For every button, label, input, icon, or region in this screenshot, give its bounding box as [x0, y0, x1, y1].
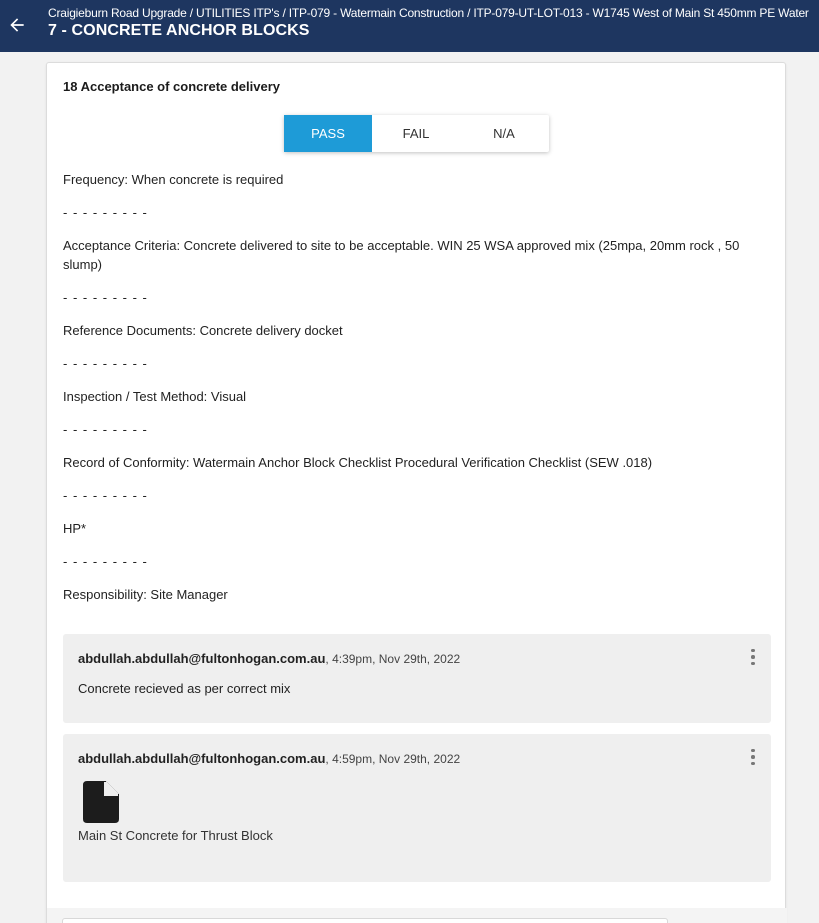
comment-meta: abdullah.abdullah@fultonhogan.com.au, 4:… — [78, 751, 460, 766]
breadcrumb: Craigieburn Road Upgrade / UTILITIES ITP… — [48, 6, 809, 20]
comment-timestamp: , 4:39pm, Nov 29th, 2022 — [325, 652, 461, 666]
separator: - - - - - - - - - — [63, 290, 148, 305]
separator: - - - - - - - - - — [63, 356, 148, 371]
acceptance-criteria-text: Acceptance Criteria: Concrete delivered … — [63, 238, 740, 272]
fail-button[interactable]: FAIL — [372, 115, 460, 152]
pass-button[interactable]: PASS — [284, 115, 372, 152]
more-vert-icon[interactable] — [747, 748, 759, 766]
arrow-left-icon — [10, 18, 24, 32]
na-button[interactable]: N/A — [460, 115, 548, 152]
separator: - - - - - - - - - — [63, 205, 148, 220]
comment-input[interactable] — [62, 918, 668, 923]
comment-composer — [47, 908, 787, 923]
hold-point-text: HP* — [63, 521, 87, 536]
result-toggle-group: PASS FAIL N/A — [284, 115, 549, 152]
separator: - - - - - - - - - — [63, 488, 148, 503]
file-icon[interactable] — [83, 781, 119, 823]
comment-author: abdullah.abdullah@fultonhogan.com.au — [78, 651, 326, 666]
frequency-text: Frequency: When concrete is required — [63, 172, 284, 187]
checklist-item-card: 18 Acceptance of concrete delivery PASS … — [46, 62, 787, 923]
app-header: Craigieburn Road Upgrade / UTILITIES ITP… — [0, 0, 819, 52]
comment-card: abdullah.abdullah@fultonhogan.com.au, 4:… — [63, 634, 771, 723]
reference-documents-text: Reference Documents: Concrete delivery d… — [63, 323, 343, 338]
item-description: Frequency: When concrete is required - -… — [63, 170, 773, 618]
comment-card: abdullah.abdullah@fultonhogan.com.au, 4:… — [63, 734, 771, 882]
inspection-method-text: Inspection / Test Method: Visual — [63, 389, 247, 404]
page-title: 7 - CONCRETE ANCHOR BLOCKS — [48, 22, 310, 39]
separator: - - - - - - - - - — [63, 422, 148, 437]
attachment-name[interactable]: Main St Concrete for Thrust Block — [78, 828, 273, 843]
record-of-conformity-text: Record of Conformity: Watermain Anchor B… — [63, 455, 653, 470]
item-title: 18 Acceptance of concrete delivery — [63, 79, 281, 94]
comment-author: abdullah.abdullah@fultonhogan.com.au — [78, 751, 326, 766]
back-button[interactable] — [4, 10, 30, 40]
responsibility-text: Responsibility: Site Manager — [63, 587, 228, 602]
comment-text: Concrete recieved as per correct mix — [78, 681, 291, 696]
separator: - - - - - - - - - — [63, 554, 148, 569]
comment-timestamp: , 4:59pm, Nov 29th, 2022 — [325, 752, 461, 766]
more-vert-icon[interactable] — [747, 648, 759, 666]
comment-meta: abdullah.abdullah@fultonhogan.com.au, 4:… — [78, 651, 460, 666]
